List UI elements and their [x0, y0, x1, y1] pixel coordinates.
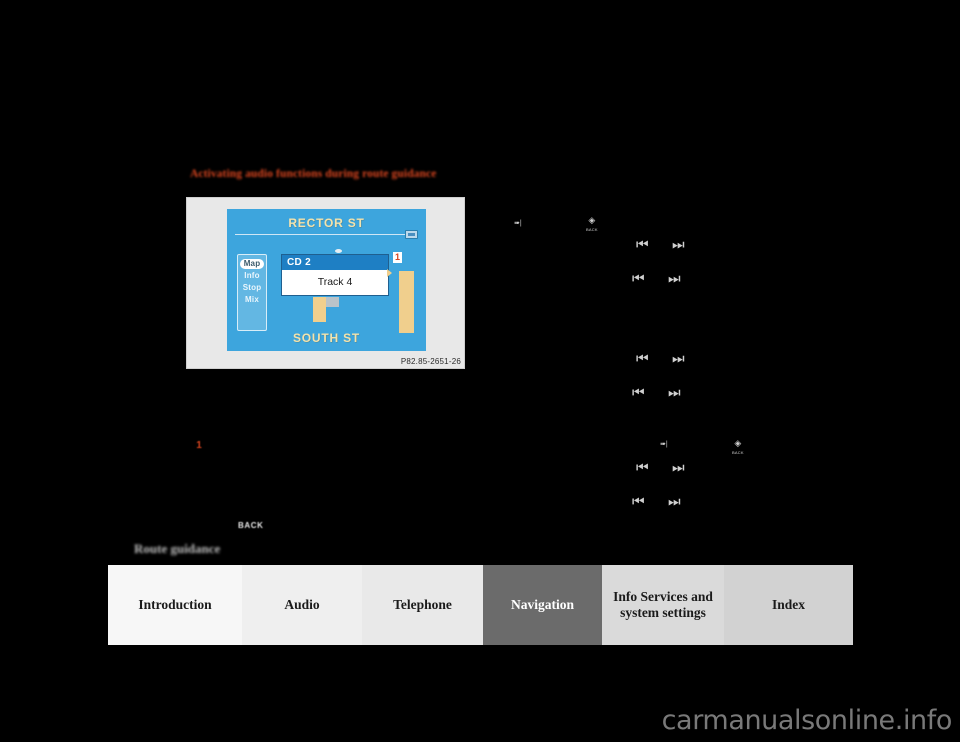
menu-item-mix[interactable]: Mix	[238, 295, 266, 305]
footer-tab-bar[interactable]: Introduction Audio Telephone Navigation …	[108, 565, 853, 645]
pointer-hand-icon: ➠|	[514, 220, 522, 227]
vehicle-position-marker	[335, 249, 342, 253]
street-name-top: RECTOR ST	[288, 216, 365, 230]
tab-audio[interactable]: Audio	[242, 565, 362, 645]
prev-track-icon-5: ⏮	[636, 460, 649, 476]
next-track-icon-5: ⏭	[672, 460, 685, 476]
prev-track-icon-3: ⏮	[636, 351, 649, 367]
tab-info-services-label: Info Services and system settings	[613, 589, 713, 620]
tab-telephone[interactable]: Telephone	[362, 565, 483, 645]
figure-navigation-screenshot: RECTOR ST Map Info Stop Mix CD 2 Track 4…	[186, 197, 465, 369]
audio-popup: CD 2 Track 4	[281, 254, 392, 296]
direction-arrow-icon	[387, 269, 392, 277]
map-building-tall	[399, 271, 414, 333]
cassette-icon	[405, 230, 418, 239]
tab-introduction-label: Introduction	[138, 597, 212, 613]
map-building-2	[326, 297, 339, 307]
audio-popup-track: Track 4	[317, 276, 353, 288]
pointer-hand-icon-2: ➠|	[660, 441, 668, 448]
next-track-icon-2: ⏭	[668, 271, 681, 287]
menu-item-info[interactable]: Info	[238, 271, 266, 281]
nav-side-menu[interactable]: Map Info Stop Mix	[237, 254, 267, 331]
tab-navigation-label: Navigation	[510, 597, 574, 613]
tab-navigation[interactable]: Navigation	[483, 565, 602, 645]
next-track-icon-6: ⏭	[668, 494, 681, 510]
tab-info-services[interactable]: Info Services and system settings	[602, 565, 724, 645]
site-watermark: carmanualsonline.info	[661, 705, 953, 736]
next-track-icon-1: ⏭	[672, 237, 685, 253]
prev-track-icon-2: ⏮	[632, 271, 645, 287]
tab-index[interactable]: Index	[724, 565, 853, 645]
section-label-route-guidance: Route guidance	[134, 541, 221, 556]
audio-popup-title: CD 2	[282, 255, 388, 270]
tab-index-label: Index	[771, 597, 805, 613]
menu-item-map[interactable]: Map	[240, 259, 264, 269]
tab-audio-label: Audio	[284, 597, 320, 613]
next-track-icon-3: ⏭	[672, 351, 685, 367]
body-callout-1: 1	[194, 440, 204, 452]
street-name-bottom: SOUTH ST	[292, 331, 361, 345]
figure-caption: P82.85-2651-26	[400, 357, 461, 366]
control-knob-icon-2: ◈ BACK	[732, 439, 744, 456]
prev-track-icon-1: ⏮	[636, 237, 649, 253]
menu-item-stop[interactable]: Stop	[238, 283, 266, 293]
tab-telephone-label: Telephone	[393, 597, 452, 613]
figure-callout-1: 1	[393, 252, 402, 263]
control-knob-icon: ◈ BACK	[586, 216, 598, 233]
prev-track-icon-4: ⏮	[632, 385, 645, 401]
nav-display: RECTOR ST Map Info Stop Mix CD 2 Track 4…	[227, 209, 426, 351]
road-line	[235, 234, 418, 235]
page-title: Activating audio functions during route …	[190, 168, 437, 180]
next-track-icon-4: ⏭	[668, 385, 681, 401]
prev-track-icon-6: ⏮	[632, 494, 645, 510]
tab-introduction[interactable]: Introduction	[108, 565, 242, 645]
map-building-1	[313, 297, 326, 322]
back-key-label: BACK	[238, 521, 264, 530]
